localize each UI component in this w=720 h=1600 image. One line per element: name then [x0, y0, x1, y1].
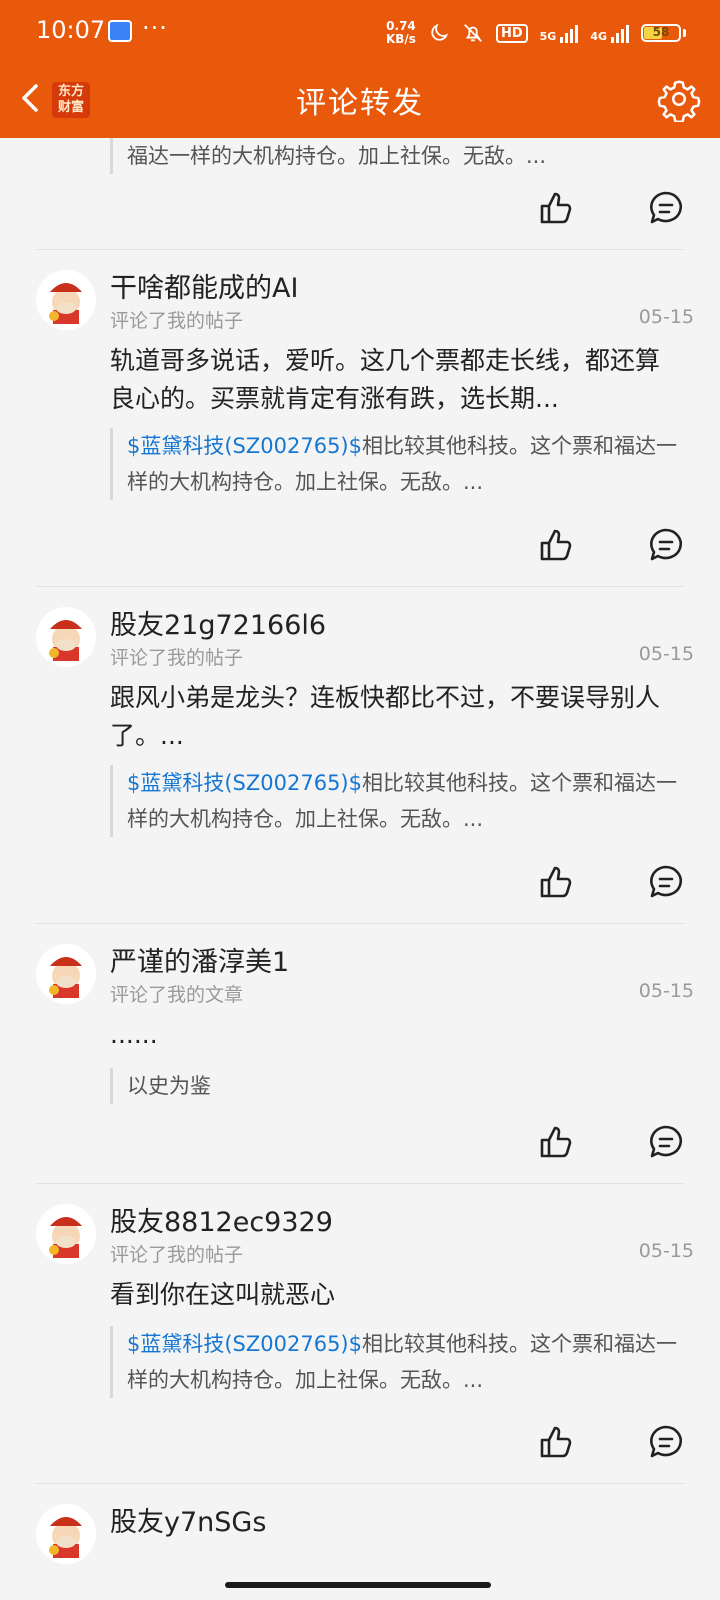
comment-content[interactable]: 轨道哥多说话，爱听。这几个票都走长线，都还算良心的。买票就肯定有涨有跌，选长期.…: [110, 342, 680, 418]
comment-icon[interactable]: [646, 862, 686, 902]
stock-link[interactable]: $蓝黛科技(SZ002765)$: [127, 771, 362, 795]
avatar[interactable]: [36, 944, 96, 1004]
top-app-bar: 10:07 ··· 0.74 KB/s HD 5G 4G 58 东方 财富 评论…: [0, 0, 720, 138]
signal-5g-label: 5G: [539, 30, 557, 43]
list-item[interactable]: 股友21g72166l6 评论了我的帖子 05-15 跟风小弟是龙头？连板快都比…: [0, 587, 720, 924]
signal-5g-icon: 5G: [540, 23, 579, 43]
battery-level: 58: [652, 25, 670, 39]
comment-icon[interactable]: [646, 188, 686, 228]
stock-link[interactable]: $蓝黛科技(SZ002765)$: [127, 434, 362, 458]
like-icon[interactable]: [536, 525, 576, 565]
nav-bar: 东方 财富 评论转发: [0, 64, 720, 138]
date-label: 05-15: [638, 306, 694, 328]
list-item[interactable]: 严谨的潘淳美1 评论了我的文章 05-15 ...... 以史为鉴: [0, 924, 720, 1184]
gear-icon[interactable]: [656, 76, 702, 122]
battery-tip: [683, 29, 686, 37]
like-icon[interactable]: [536, 188, 576, 228]
quoted-text: 福达一样的大机构持仓。加上社保。无敌。...: [127, 144, 547, 168]
comment-feed[interactable]: 福达一样的大机构持仓。加上社保。无敌。... 干啥都能成的AI 评论了我的帖子 …: [0, 138, 720, 1600]
quoted-post[interactable]: 福达一样的大机构持仓。加上社保。无敌。...: [110, 138, 680, 174]
action-text: 评论了我的文章: [110, 984, 244, 1006]
comment-content[interactable]: 跟风小弟是龙头？连板快都比不过，不要误导别人了。...: [110, 679, 680, 755]
signal-4g-icon: 4G: [590, 23, 629, 43]
network-speed: 0.74 KB/s: [386, 20, 416, 46]
avatar[interactable]: [36, 1504, 96, 1564]
hd-badge: HD: [495, 23, 528, 43]
username[interactable]: 干啥都能成的AI: [110, 266, 298, 305]
stock-link[interactable]: $蓝黛科技(SZ002765)$: [127, 1332, 362, 1356]
quoted-post[interactable]: $蓝黛科技(SZ002765)$相比较其他科技。这个票和福达一样的大机构持仓。加…: [110, 428, 680, 500]
like-icon[interactable]: [536, 862, 576, 902]
quoted-post[interactable]: $蓝黛科技(SZ002765)$相比较其他科技。这个票和福达一样的大机构持仓。加…: [110, 765, 680, 837]
username[interactable]: 严谨的潘淳美1: [110, 940, 289, 979]
username[interactable]: 股友8812ec9329: [110, 1200, 333, 1239]
comment-content[interactable]: ......: [110, 1016, 680, 1054]
like-icon[interactable]: [536, 1122, 576, 1162]
username[interactable]: 股友21g72166l6: [110, 603, 326, 642]
action-text: 评论了我的帖子: [110, 647, 244, 669]
battery-icon: 58: [641, 24, 681, 42]
signal-4g-label: 4G: [590, 30, 607, 43]
like-icon[interactable]: [536, 1422, 576, 1462]
notification-app-icon: [108, 20, 132, 42]
status-time: 10:07: [36, 16, 106, 44]
username[interactable]: 股友y7nSGs: [110, 1500, 266, 1539]
date-label: 05-15: [638, 980, 694, 1002]
quoted-post[interactable]: 以史为鉴: [110, 1068, 680, 1104]
comment-content[interactable]: 看到你在这叫就恶心: [110, 1276, 680, 1314]
avatar[interactable]: [36, 607, 96, 667]
moon-icon: [431, 23, 449, 41]
quoted-post[interactable]: $蓝黛科技(SZ002765)$相比较其他科技。这个票和福达一样的大机构持仓。加…: [110, 1326, 680, 1398]
date-label: 05-15: [638, 643, 694, 665]
date-label: 05-15: [638, 1240, 694, 1262]
avatar[interactable]: [36, 1204, 96, 1264]
comment-icon[interactable]: [646, 1122, 686, 1162]
action-text: 评论了我的帖子: [110, 1244, 244, 1266]
home-indicator[interactable]: [225, 1582, 491, 1588]
more-notifications-icon: ···: [142, 14, 168, 42]
list-item[interactable]: 股友8812ec9329 评论了我的帖子 05-15 看到你在这叫就恶心 $蓝黛…: [0, 1184, 720, 1484]
bell-off-icon: [464, 24, 482, 42]
list-item[interactable]: 福达一样的大机构持仓。加上社保。无敌。...: [0, 138, 720, 250]
list-item[interactable]: 干啥都能成的AI 评论了我的帖子 05-15 轨道哥多说话，爱听。这几个票都走长…: [0, 250, 720, 587]
status-bar: 10:07 ··· 0.74 KB/s HD 5G 4G 58: [0, 0, 720, 64]
status-icons: 0.74 KB/s HD 5G 4G 58: [386, 18, 686, 48]
comment-icon[interactable]: [646, 525, 686, 565]
comment-icon[interactable]: [646, 1422, 686, 1462]
page-title: 评论转发: [296, 86, 424, 121]
avatar[interactable]: [36, 270, 96, 330]
quoted-text: 以史为鉴: [127, 1074, 211, 1098]
action-text: 评论了我的帖子: [110, 310, 244, 332]
network-speed-unit: KB/s: [385, 32, 416, 46]
